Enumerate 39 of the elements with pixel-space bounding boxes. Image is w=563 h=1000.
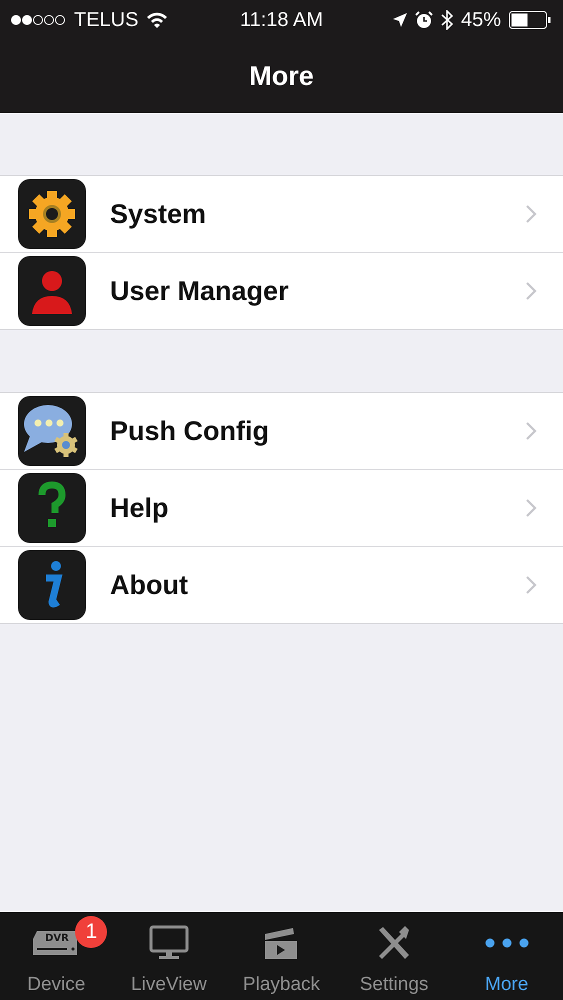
more-dots-icon	[484, 938, 529, 948]
menu-label: Help	[110, 492, 170, 524]
page-title: More	[249, 61, 314, 92]
menu-label: User Manager	[110, 276, 290, 306]
tab-item[interactable]: Settings	[338, 912, 450, 1000]
alarm-clock-icon	[414, 11, 433, 29]
bluetooth-icon	[440, 10, 453, 30]
help-icon	[18, 473, 86, 543]
menu-row[interactable]: User Manager	[0, 253, 563, 329]
tab-item[interactable]: More	[450, 912, 563, 1000]
status-time: 11:18 AM	[240, 8, 324, 32]
user-icon	[18, 256, 86, 326]
menu-row[interactable]: Push Config	[0, 393, 563, 470]
chevron-icon	[525, 498, 537, 518]
chevron-icon	[525, 421, 537, 441]
menu-row[interactable]: About	[0, 547, 563, 623]
carrier-name: TELUS	[74, 8, 138, 32]
signal-icon	[10, 14, 66, 26]
info-icon	[18, 550, 86, 620]
chevron-icon	[525, 575, 537, 595]
chevron-icon	[525, 204, 537, 224]
tab-item[interactable]: DVR 1 Device	[0, 912, 113, 1000]
tab-item[interactable]: LiveView	[112, 912, 226, 1000]
menu-row[interactable]: System	[0, 176, 563, 253]
wifi-icon	[146, 12, 168, 28]
monitor-icon	[148, 925, 189, 961]
chevron-icon	[525, 281, 537, 301]
menu-row[interactable]: Help	[0, 470, 563, 547]
menu-label: System	[110, 198, 208, 230]
location-arrow-icon	[392, 13, 407, 27]
gear-icon	[18, 179, 86, 249]
clapperboard-icon	[264, 926, 298, 960]
chat-icon	[18, 396, 86, 466]
tab-item[interactable]: Playback	[225, 912, 338, 1000]
menu-label: Push Config	[110, 416, 270, 446]
battery-percentage: 45%	[460, 8, 501, 32]
battery-icon	[509, 11, 551, 29]
notification-badge: 1	[75, 916, 108, 948]
menu-label: About	[110, 570, 189, 600]
